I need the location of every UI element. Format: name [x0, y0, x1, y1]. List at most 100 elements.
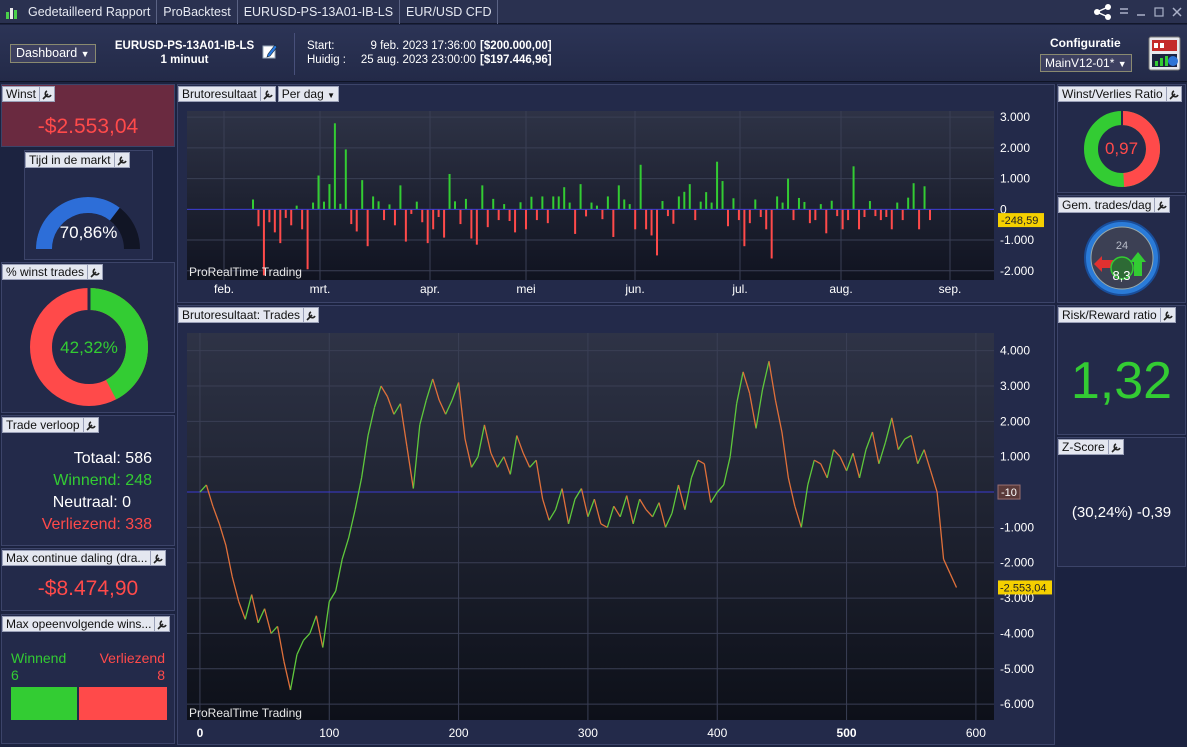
- share-icon[interactable]: [1093, 4, 1113, 20]
- maxopeen-winnend-label: Winnend: [11, 650, 67, 666]
- wrench-icon[interactable]: [260, 85, 276, 102]
- daily-bar: [710, 202, 713, 210]
- daily-x-tick-label: aug.: [829, 282, 852, 296]
- daily-bar: [901, 209, 904, 221]
- daily-y-tick-label: 3.000: [1000, 110, 1030, 124]
- z-score-panel: Z-Score (30,24%) -0,39: [1057, 437, 1186, 567]
- prorealtime-logo-icon: [0, 0, 22, 24]
- trades-x-tick-label: 400: [707, 726, 727, 740]
- totaal-text: Totaal: 586: [73, 450, 152, 467]
- daily-bar: [393, 209, 396, 226]
- wrench-icon[interactable]: [83, 416, 99, 433]
- minimize-icon[interactable]: [1135, 6, 1147, 18]
- daily-bar: [759, 209, 762, 218]
- wrench-icon[interactable]: [1160, 306, 1176, 323]
- wrench-icon[interactable]: [1108, 438, 1124, 455]
- daily-bar: [355, 209, 358, 232]
- daily-bar: [530, 196, 533, 210]
- trades-chart-panel: Brutoresultaat: Trades 4.000 3.000 2.000 1.…: [177, 305, 1055, 745]
- maxdaling-title: Max continue daling (dra...: [2, 549, 152, 566]
- dial-label: 24: [1116, 240, 1128, 252]
- daily-x-tick-label: jun.: [624, 282, 644, 296]
- trades-y-tick-label: -1.000: [1000, 520, 1034, 534]
- daily-bar: [787, 178, 790, 210]
- edit-icon[interactable]: [262, 43, 278, 59]
- daily-bar: [333, 123, 336, 210]
- config-dropdown[interactable]: MainV12-01* ▼: [1040, 54, 1132, 72]
- daily-chart-panel: Brutoresultaat Per dag ▼ 3.000 2.000 1.000…: [177, 84, 1055, 303]
- wrench-icon[interactable]: [88, 263, 104, 280]
- daily-bar: [797, 197, 800, 210]
- neutraal-text: Neutraal: 0: [52, 494, 131, 511]
- daily-bar: [650, 209, 653, 236]
- daily-bar: [388, 204, 391, 210]
- wrench-icon[interactable]: [114, 151, 130, 168]
- daily-y-tick-label: -1.000: [1000, 233, 1034, 247]
- daily-bar: [546, 209, 549, 224]
- daily-bar: [748, 209, 751, 224]
- daily-bar: [481, 185, 484, 210]
- trades-x-tick-label: 300: [578, 726, 598, 740]
- wrench-icon[interactable]: [151, 549, 167, 566]
- maxdaling-value: -$8.474,90: [37, 577, 139, 600]
- trades-zero-tag-label: -10: [1001, 487, 1017, 499]
- daily-bar: [432, 209, 435, 230]
- daily-bar: [404, 209, 407, 242]
- daily-bar: [612, 209, 615, 237]
- daily-bar: [885, 209, 888, 218]
- wv-title: Winst/Verlies Ratio: [1058, 85, 1167, 102]
- gem-trades-panel: Gem. trades/dag 24 8,3: [1057, 195, 1186, 303]
- close-icon[interactable]: [1171, 6, 1183, 18]
- trades-x-tick-label: 200: [449, 726, 469, 740]
- maxopeen-winnend-bar: [11, 687, 77, 720]
- wrench-icon[interactable]: [1155, 196, 1171, 213]
- daily-bar: [421, 209, 424, 223]
- tijd-gauge: [36, 197, 140, 249]
- daily-bar: [443, 209, 446, 238]
- daily-bar: [459, 209, 462, 225]
- wrench-icon[interactable]: [40, 85, 55, 102]
- daily-bar: [574, 209, 577, 234]
- daily-bar: [585, 209, 588, 217]
- wrench-icon[interactable]: [304, 306, 320, 323]
- daily-bar: [645, 209, 648, 230]
- daily-bar: [284, 209, 287, 218]
- tab-strategy[interactable]: EURUSD-PS-13A01-IB-LS: [238, 0, 401, 24]
- per-dag-dropdown[interactable]: Per dag ▼: [277, 85, 340, 102]
- window-menu-icon[interactable]: [1119, 6, 1129, 18]
- wrench-icon[interactable]: [155, 615, 171, 632]
- tab-instrument[interactable]: EUR/USD CFD: [400, 0, 499, 24]
- tab-probacktest[interactable]: ProBacktest: [157, 0, 238, 24]
- z-value: (30,24%) -0,39: [1071, 504, 1172, 521]
- maxopeen-winnend-value: 6: [11, 667, 19, 683]
- daily-bar: [726, 209, 729, 227]
- maximize-icon[interactable]: [1153, 6, 1165, 18]
- daily-bar: [803, 201, 806, 210]
- daily-bar: [514, 209, 517, 233]
- daily-y-tick-label: -2.000: [1000, 264, 1034, 278]
- daily-bar: [415, 201, 418, 210]
- daily-bar: [279, 209, 282, 244]
- daily-bar: [486, 209, 489, 228]
- tab-gedetailleerd-rapport[interactable]: Gedetailleerd Rapport: [22, 0, 158, 24]
- app-window: Gedetailleerd Rapport ProBacktest EURUSD…: [0, 0, 1187, 747]
- daily-bar: [705, 192, 708, 210]
- daily-bar: [519, 202, 522, 210]
- gem-title: Gem. trades/dag: [1058, 196, 1156, 213]
- daily-bar: [366, 209, 369, 247]
- daily-bar: [628, 204, 631, 210]
- report-settings-icon[interactable]: [1148, 36, 1181, 71]
- wrench-icon[interactable]: [1166, 85, 1182, 102]
- maxopeen-verliezend-bar: [79, 687, 167, 720]
- daily-bar: [808, 209, 811, 224]
- dashboard-dropdown[interactable]: Dashboard ▼: [10, 44, 96, 63]
- daily-bar: [737, 209, 740, 221]
- daily-last-value-label: -248,59: [1001, 215, 1038, 227]
- daily-x-tick-label: feb.: [214, 282, 234, 296]
- gem-value: 8,3: [1112, 268, 1131, 283]
- daily-x-tick-label: sep.: [939, 282, 962, 296]
- daily-bar: [448, 173, 451, 210]
- winst-value: -$2.553,04: [37, 115, 139, 138]
- pct-winst-title: % winst trades: [2, 263, 89, 280]
- daily-bar: [770, 209, 773, 259]
